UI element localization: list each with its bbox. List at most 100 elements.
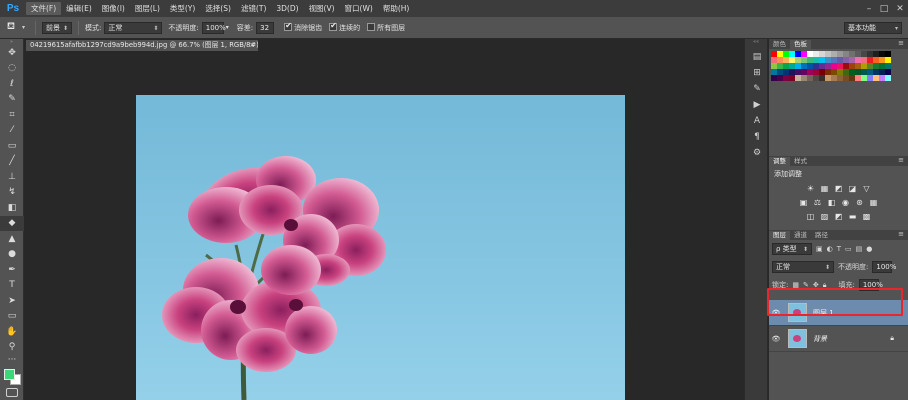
- lasso-icon[interactable]: ℓ: [0, 76, 24, 92]
- quick-select-icon[interactable]: ✎: [0, 92, 24, 108]
- tab-paths[interactable]: 路径: [811, 231, 832, 240]
- menu-window[interactable]: 窗口(W): [340, 2, 378, 15]
- layer-row-background[interactable]: 👁︎ 背景 🔒︎: [769, 326, 908, 352]
- workspace-select[interactable]: 基本功能 ▾: [844, 22, 902, 34]
- eraser-icon[interactable]: ◧: [0, 200, 24, 216]
- filter-toggle-icon[interactable]: ●: [866, 245, 872, 253]
- path-select-icon[interactable]: ➤: [0, 293, 24, 309]
- strip-collapse-icon[interactable]: ««: [745, 39, 767, 49]
- all-layers-checkbox[interactable]: 所有图层: [367, 22, 405, 33]
- quick-mask-icon[interactable]: [6, 388, 18, 397]
- marquee-icon[interactable]: ◌: [0, 61, 24, 77]
- filter-shape-icon[interactable]: ▭: [845, 245, 852, 253]
- gradient-map-icon[interactable]: ▬: [848, 211, 858, 221]
- hand-icon[interactable]: ✋: [0, 324, 24, 340]
- invert-icon[interactable]: ◫: [806, 211, 816, 221]
- threshold-icon[interactable]: ◩: [834, 211, 844, 221]
- menu-view[interactable]: 视图(V): [304, 2, 340, 15]
- filter-type-icon[interactable]: T: [837, 245, 841, 253]
- actions-icon[interactable]: ▶: [745, 97, 769, 113]
- layer-filter-select[interactable]: ρ 类型 ⬍: [772, 243, 812, 255]
- swatch-grid[interactable]: [769, 49, 908, 83]
- layer-name[interactable]: 背景: [813, 334, 827, 344]
- menu-layer[interactable]: 图层(L): [130, 2, 165, 15]
- close-icon[interactable]: ✕: [893, 0, 907, 17]
- type-icon[interactable]: T: [0, 278, 24, 294]
- properties-icon[interactable]: ⊞: [745, 65, 769, 81]
- document-image[interactable]: [136, 95, 625, 400]
- canvas-area[interactable]: [25, 51, 743, 400]
- mode-select[interactable]: 正常 ⬍: [104, 21, 163, 34]
- menu-edit[interactable]: 编辑(E): [61, 2, 97, 15]
- tool-presets-icon[interactable]: ⚙: [745, 145, 769, 161]
- hue-saturation-icon[interactable]: ▣: [799, 197, 809, 207]
- healing-icon[interactable]: ▭: [0, 138, 24, 154]
- fill-source-select[interactable]: 前景 ⬍: [42, 21, 73, 34]
- more-tools-icon[interactable]: ···: [0, 355, 24, 365]
- black-white-icon[interactable]: ◧: [827, 197, 837, 207]
- brush-icon[interactable]: ╱: [0, 154, 24, 170]
- layer-row-layer1[interactable]: 👁︎ 图层 1: [769, 300, 908, 326]
- character-icon[interactable]: A: [745, 113, 769, 129]
- color-lookup-icon[interactable]: ▦: [869, 197, 879, 207]
- lock-move-icon[interactable]: ✥: [813, 281, 819, 289]
- move-icon[interactable]: ✥: [0, 45, 24, 61]
- tab-styles[interactable]: 样式: [790, 157, 811, 166]
- menu-file[interactable]: 文件(F): [26, 2, 62, 15]
- lock-brush-icon[interactable]: ✎: [803, 281, 809, 289]
- visibility-eye-icon[interactable]: 👁︎: [769, 335, 783, 343]
- crop-icon[interactable]: ⌗: [0, 107, 24, 123]
- menu-3d[interactable]: 3D(D): [271, 2, 303, 15]
- layer-name[interactable]: 图层 1: [813, 308, 834, 318]
- brightness-icon[interactable]: ☀: [806, 183, 816, 193]
- visibility-eye-icon[interactable]: 👁︎: [769, 309, 783, 317]
- photo-filter-icon[interactable]: ◉: [841, 197, 851, 207]
- exposure-icon[interactable]: ◪: [848, 183, 858, 193]
- menu-type[interactable]: 类型(Y): [165, 2, 200, 15]
- rectangle-icon[interactable]: ▭: [0, 309, 24, 325]
- filter-pixel-icon[interactable]: ▣: [816, 245, 823, 253]
- minimize-icon[interactable]: –: [862, 0, 876, 17]
- eyedropper-icon[interactable]: ⁄: [0, 123, 24, 139]
- menu-image[interactable]: 图像(I): [97, 2, 130, 15]
- tab-channels[interactable]: 通道: [790, 231, 811, 240]
- color-balance-icon[interactable]: ⚖: [813, 197, 823, 207]
- menu-help[interactable]: 帮助(H): [378, 2, 415, 15]
- clone-stamp-icon[interactable]: ⊥: [0, 169, 24, 185]
- menu-select[interactable]: 选择(S): [200, 2, 236, 15]
- lock-all-icon[interactable]: 🔒︎: [823, 281, 827, 290]
- blur-icon[interactable]: ▲: [0, 231, 24, 247]
- paint-bucket-icon[interactable]: ◆: [0, 215, 24, 231]
- selective-color-icon[interactable]: ▩: [862, 211, 872, 221]
- vibrance-icon[interactable]: ▽: [862, 183, 872, 193]
- panel-menu-icon[interactable]: ≡: [898, 39, 904, 47]
- filter-smart-icon[interactable]: ▤: [856, 245, 863, 253]
- dodge-icon[interactable]: ●: [0, 247, 24, 263]
- pen-icon[interactable]: ✒: [0, 262, 24, 278]
- foreground-color-swatch[interactable]: [4, 369, 15, 380]
- filter-adjustment-icon[interactable]: ◐: [827, 245, 833, 253]
- posterize-icon[interactable]: ▨: [820, 211, 830, 221]
- curves-icon[interactable]: ◩: [834, 183, 844, 193]
- layer-opacity-input[interactable]: 100%: [872, 261, 896, 273]
- document-close-icon[interactable]: ×: [249, 40, 255, 51]
- tab-color[interactable]: 颜色: [769, 40, 790, 49]
- tab-layers[interactable]: 图层: [769, 231, 790, 240]
- channel-mixer-icon[interactable]: ⊛: [855, 197, 865, 207]
- opacity-arrow-icon[interactable]: ▾: [226, 24, 229, 31]
- antialias-checkbox[interactable]: 消除锯齿: [284, 21, 322, 33]
- tool-preset-arrow-icon[interactable]: ▾: [22, 24, 25, 31]
- maximize-icon[interactable]: □: [877, 0, 891, 17]
- panel-menu-icon[interactable]: ≡: [898, 156, 904, 164]
- levels-icon[interactable]: ▦: [820, 183, 830, 193]
- fill-input[interactable]: 100%: [858, 279, 883, 291]
- blend-mode-select[interactable]: 正常 ⬍: [772, 261, 834, 273]
- menu-filter[interactable]: 滤镜(T): [236, 2, 271, 15]
- brush-presets-icon[interactable]: ✎: [745, 81, 769, 97]
- panel-menu-icon[interactable]: ≡: [898, 230, 904, 238]
- history-icon[interactable]: ▤: [745, 49, 769, 65]
- tab-adjustments[interactable]: 调整: [769, 157, 790, 166]
- history-brush-icon[interactable]: ↯: [0, 185, 24, 201]
- paint-bucket-tool-icon[interactable]: ⛾: [0, 21, 22, 34]
- opacity-input[interactable]: 100%: [201, 21, 226, 34]
